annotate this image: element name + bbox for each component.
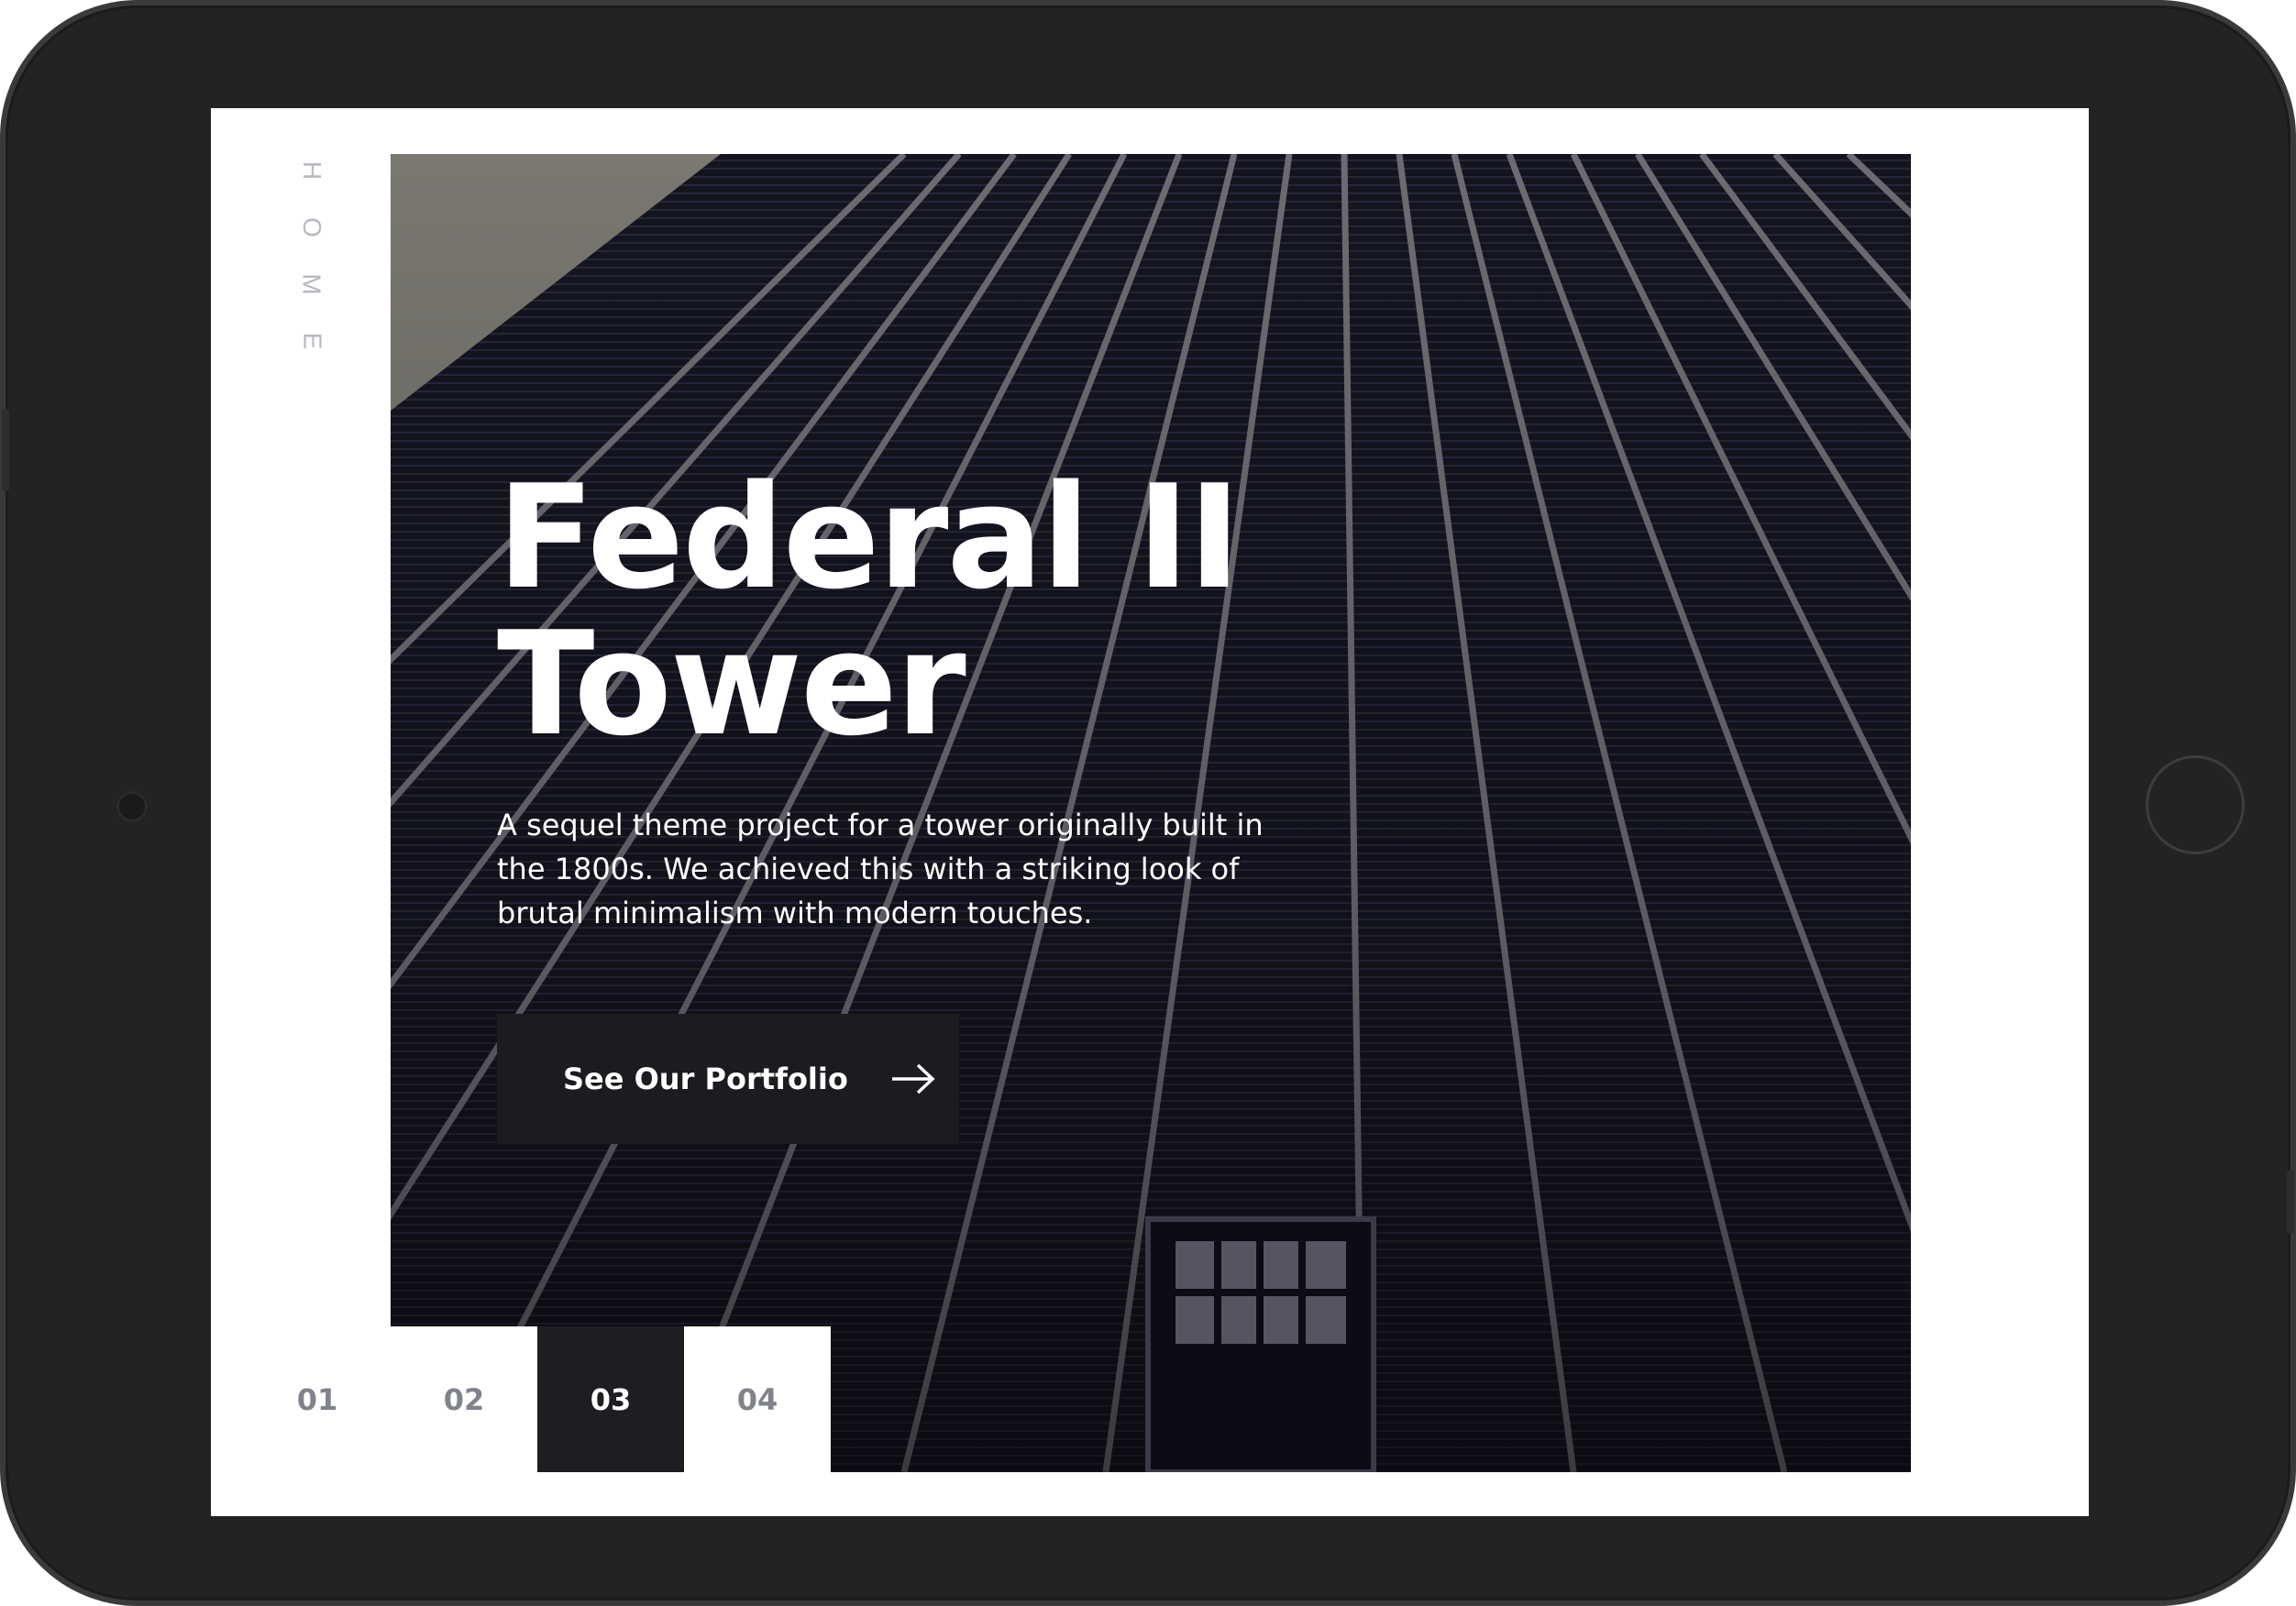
power-button [2287, 1170, 2294, 1234]
nav-letter: E [298, 332, 326, 350]
see-portfolio-button[interactable]: See Our Portfolio [497, 1014, 959, 1144]
project-description: A sequel theme project for a tower origi… [497, 808, 1264, 930]
camera-icon [119, 794, 145, 820]
screen: H O M E Federal II Tower A sequel theme … [211, 108, 2089, 1516]
volume-button [2, 409, 9, 491]
page-4[interactable]: 04 [684, 1326, 831, 1472]
hero-section: Federal II Tower A sequel theme project … [391, 154, 1911, 1472]
slide-pagination: 01 02 03 04 [244, 1326, 831, 1472]
nav-letter: M [297, 273, 326, 295]
page-2[interactable]: 02 [391, 1326, 537, 1472]
vertical-nav-home[interactable]: H O M E [293, 152, 330, 359]
page-3[interactable]: 03 [537, 1326, 684, 1472]
page-1[interactable]: 01 [244, 1326, 391, 1472]
window-cluster [1145, 1216, 1376, 1472]
see-portfolio-label: See Our Portfolio [563, 1062, 848, 1096]
home-button[interactable] [2146, 755, 2245, 854]
nav-letter: O [298, 217, 326, 237]
arrow-right-icon [891, 1063, 935, 1094]
nav-letter: H [297, 160, 326, 181]
tablet-frame: H O M E Federal II Tower A sequel theme … [0, 0, 2296, 1606]
project-title: Federal II Tower [497, 454, 1242, 767]
